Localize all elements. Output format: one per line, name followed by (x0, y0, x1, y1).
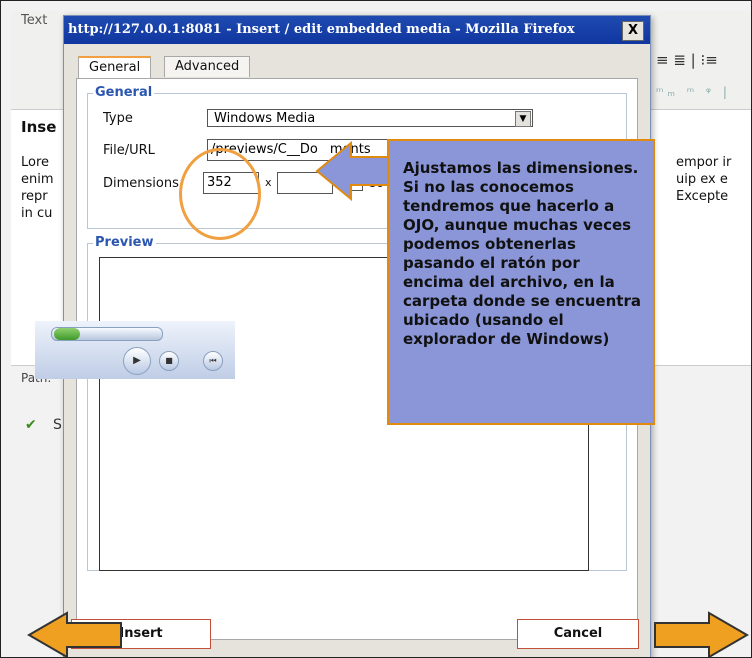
content-line: repr (21, 189, 48, 204)
highlight-circle (179, 148, 261, 240)
tab-general[interactable]: General (78, 56, 152, 80)
prev-icon[interactable]: ⏮ (203, 351, 223, 371)
content-line: Excepte (676, 189, 729, 204)
seek-thumb[interactable] (54, 328, 80, 340)
media-player: ▶ ■ ⏮ (35, 321, 235, 379)
cancel-button[interactable]: Cancel (517, 619, 639, 649)
tutorial-callout: Ajustamos las dimensiones. Si no las con… (387, 139, 655, 425)
content-line: enim (21, 172, 54, 187)
content-heading: Inse (21, 118, 57, 136)
dropdown-arrow-icon[interactable]: ▼ (515, 111, 531, 127)
content-line: empor ir (676, 155, 732, 170)
content-line: uip ex e (676, 172, 728, 187)
close-button[interactable]: X (622, 21, 644, 41)
arrow-right-icon[interactable] (653, 611, 749, 658)
check-icon: ✔ (25, 417, 37, 433)
format-toolbar-icons[interactable]: ᵐₘ ᵐ ᵠ | (656, 85, 731, 99)
close-icon: X (627, 23, 639, 38)
content-right-text: empor ir uip ex e Excepte (676, 154, 731, 205)
dialog-title: http://127.0.0.1:8081 - Insert / edit em… (68, 22, 575, 37)
tab-advanced[interactable]: Advanced (164, 56, 251, 77)
dimension-separator: x (265, 176, 272, 189)
stop-icon[interactable]: ■ (159, 351, 179, 371)
play-icon[interactable]: ▶ (123, 347, 151, 375)
align-toolbar-icons[interactable]: ≡ ≣ | ⁝≡ (656, 51, 718, 69)
file-url-label: File/URL (103, 143, 155, 158)
content-left-text: Lore enim repr in cu (21, 154, 54, 222)
general-legend: General (93, 85, 155, 100)
dimensions-label: Dimensions (103, 176, 179, 191)
status-fragment: S (53, 417, 62, 433)
dialog-titlebar[interactable]: http://127.0.0.1:8081 - Insert / edit em… (64, 16, 650, 44)
content-line: Lore (21, 155, 50, 170)
callout-arrow-icon (315, 140, 392, 202)
arrow-left-icon[interactable] (27, 611, 123, 658)
tutorial-frame: Text ≡ ≣ | ⁝≡ ᵐₘ ᵐ ᵠ | Inse Lore enim re… (0, 0, 752, 658)
type-label: Type (103, 111, 133, 126)
type-select[interactable]: Windows Media ▼ (207, 109, 533, 127)
type-value: Windows Media (214, 111, 316, 126)
preview-legend: Preview (93, 235, 156, 250)
content-line: in cu (21, 206, 53, 221)
editor-title: Text (21, 13, 48, 28)
callout-text: Ajustamos las dimensiones. Si no las con… (403, 159, 641, 348)
seek-track[interactable] (51, 327, 163, 341)
